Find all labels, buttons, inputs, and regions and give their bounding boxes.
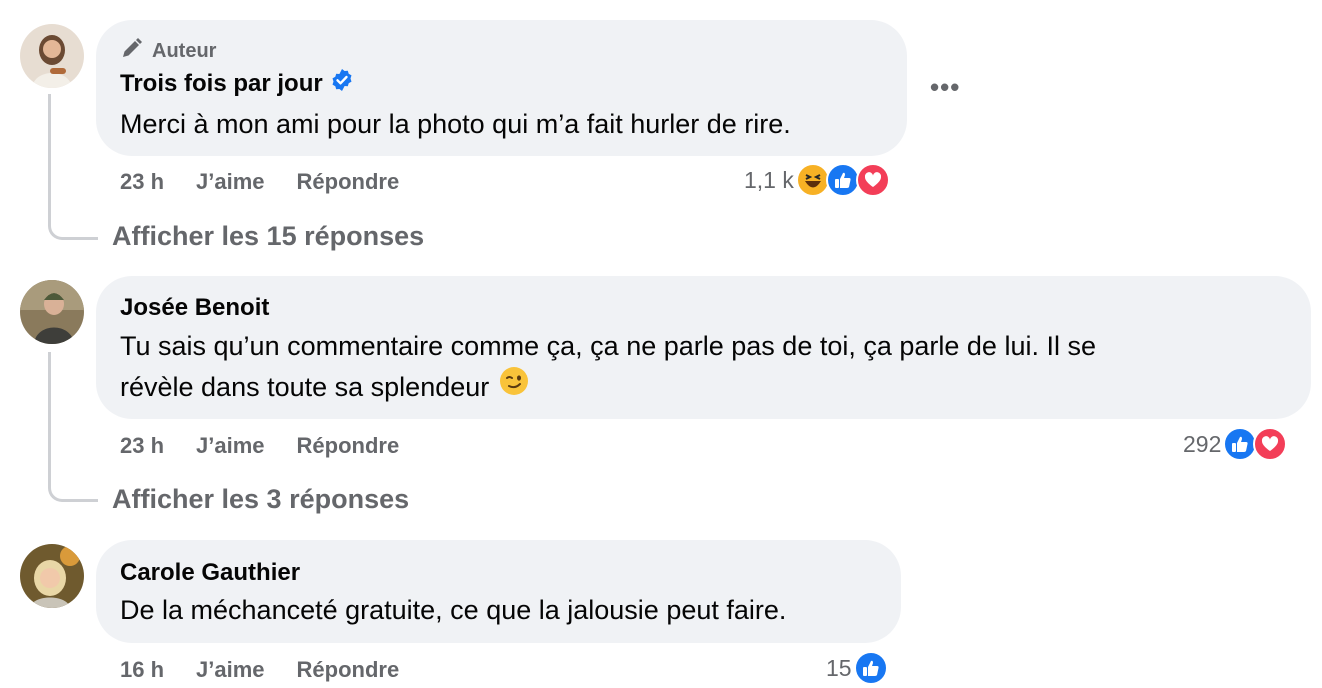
thread-connector — [48, 208, 98, 240]
like-icon — [1223, 427, 1258, 461]
comment-text-line: Tu sais qu’un commentaire comme ça, ça n… — [120, 331, 1096, 361]
comment-actions: 16 h J’aime Répondre — [120, 657, 399, 683]
haha-icon — [795, 163, 830, 197]
more-options-button[interactable]: ••• — [930, 72, 960, 103]
avatar[interactable] — [20, 24, 84, 88]
comment-bubble: Josée Benoit Tu sais qu’un commentaire c… — [96, 276, 1311, 419]
thread-line — [48, 94, 51, 214]
author-name[interactable]: Trois fois par jour — [120, 70, 323, 98]
avatar[interactable] — [20, 544, 84, 608]
reaction-summary[interactable]: 15 — [826, 651, 888, 685]
reply-button[interactable]: Répondre — [297, 169, 400, 195]
like-icon — [853, 651, 888, 685]
thread-line — [48, 352, 51, 478]
comment-text-line: révèle dans toute sa splendeur — [120, 366, 529, 407]
comment-actions: 23 h J’aime Répondre — [120, 169, 399, 195]
reaction-summary[interactable]: 292 — [1183, 427, 1288, 461]
verified-badge-icon — [330, 68, 354, 99]
thread-connector — [48, 470, 98, 502]
avatar[interactable] — [20, 280, 84, 344]
love-icon — [1253, 427, 1288, 461]
show-replies-link[interactable]: Afficher les 15 réponses — [112, 221, 424, 252]
comment-timestamp[interactable]: 23 h — [120, 169, 164, 195]
reaction-count: 1,1 k — [744, 166, 794, 193]
comment-author[interactable]: Carole Gauthier — [120, 559, 300, 587]
comment-text: Merci à mon ami pour la photo qui m’a fa… — [120, 109, 791, 139]
comment-author[interactable]: Trois fois par jour — [120, 68, 354, 99]
author-name[interactable]: Josée Benoit — [120, 294, 269, 322]
like-button[interactable]: J’aime — [196, 657, 265, 683]
comment-bubble: Carole Gauthier De la méchanceté gratuit… — [96, 540, 901, 643]
comment-actions: 23 h J’aime Répondre — [120, 433, 399, 459]
love-icon — [855, 163, 890, 197]
comment-text: De la méchanceté gratuite, ce que la jal… — [120, 595, 787, 625]
author-role: Auteur — [120, 36, 216, 66]
comment-text: révèle dans toute sa splendeur — [120, 371, 490, 402]
reaction-count: 15 — [826, 654, 852, 681]
reaction-summary[interactable]: 1,1 k — [744, 163, 890, 197]
reaction-count: 292 — [1183, 430, 1222, 457]
reply-button[interactable]: Répondre — [297, 433, 400, 459]
pen-icon — [120, 36, 144, 66]
like-button[interactable]: J’aime — [196, 169, 265, 195]
reply-button[interactable]: Répondre — [297, 657, 400, 683]
comment-timestamp[interactable]: 23 h — [120, 433, 164, 459]
author-name[interactable]: Carole Gauthier — [120, 559, 300, 587]
wink-emoji-icon — [499, 366, 529, 407]
comment-author[interactable]: Josée Benoit — [120, 294, 269, 322]
like-icon — [825, 163, 860, 197]
comment-bubble: Auteur Trois fois par jour Merci à mon a… — [96, 20, 907, 156]
comment-timestamp[interactable]: 16 h — [120, 657, 164, 683]
show-replies-link[interactable]: Afficher les 3 réponses — [112, 484, 409, 515]
role-label: Auteur — [152, 39, 217, 62]
like-button[interactable]: J’aime — [196, 433, 265, 459]
